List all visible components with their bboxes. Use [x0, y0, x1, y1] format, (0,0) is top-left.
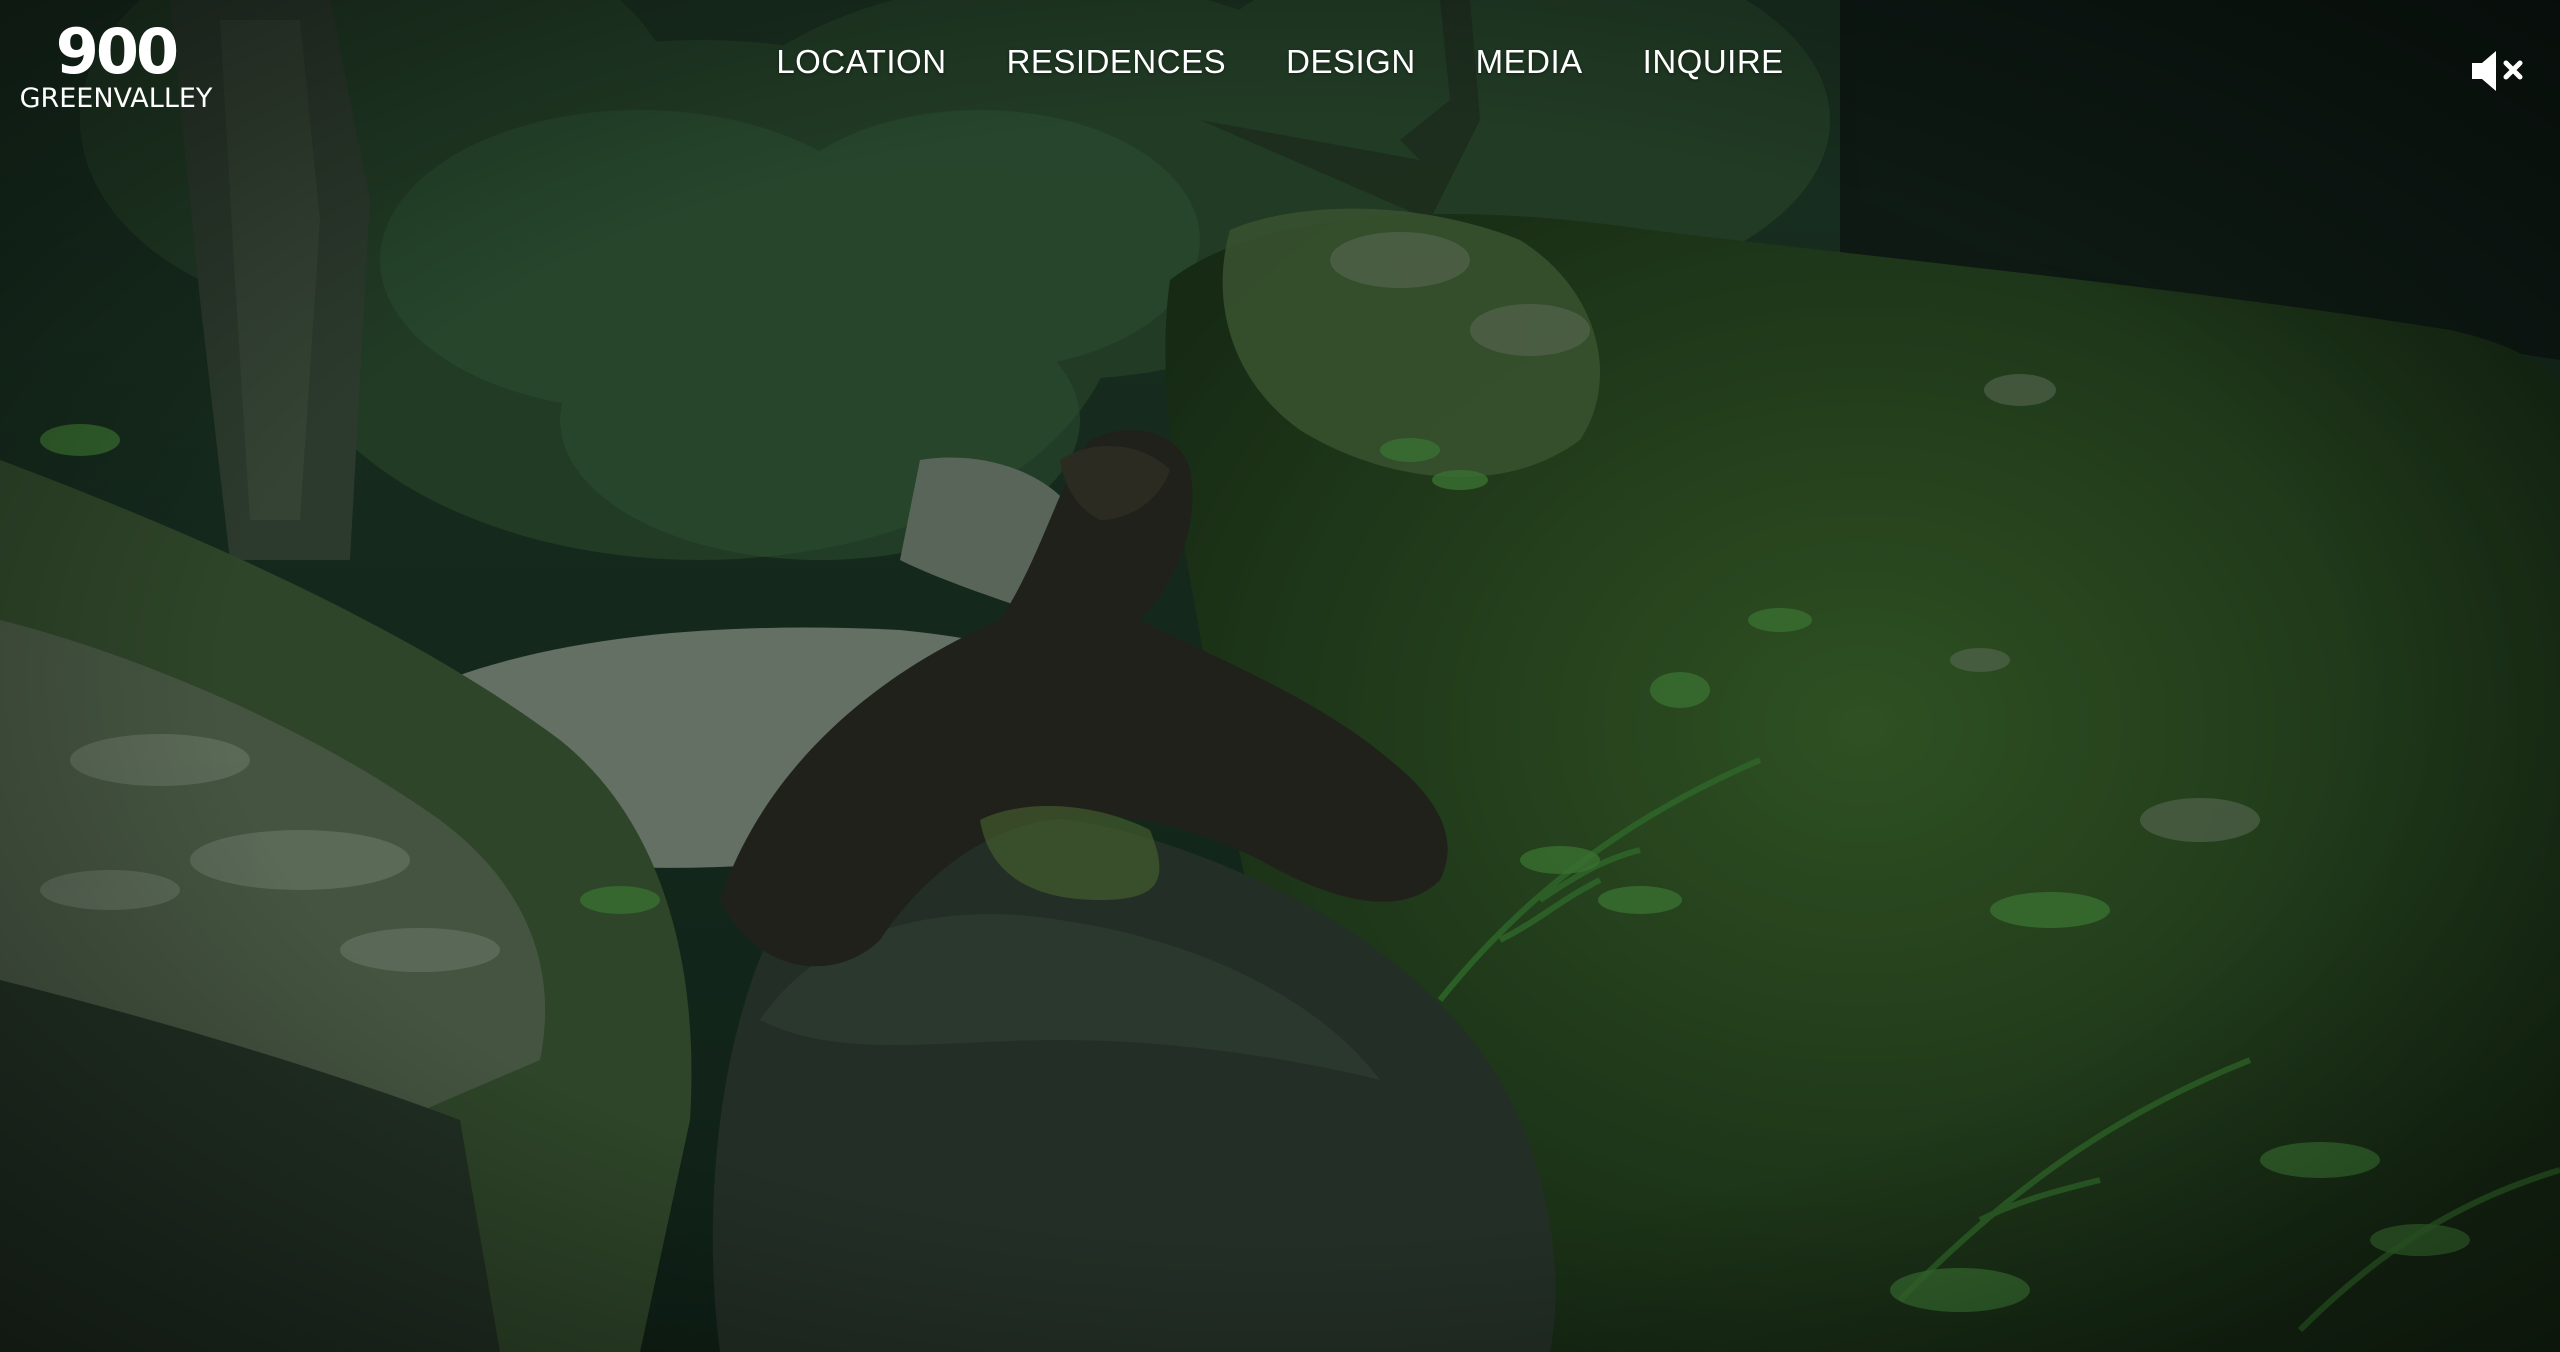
logo-wordmark: GREENVALLEY: [19, 83, 213, 114]
nav-item-media[interactable]: MEDIA: [1476, 36, 1583, 88]
nav-item-residences[interactable]: RESIDENCES: [1007, 36, 1227, 88]
nav-item-inquire[interactable]: INQUIRE: [1643, 36, 1784, 88]
site-logo[interactable]: 900 GREENVALLEY: [18, 20, 214, 116]
mute-toggle-button[interactable]: [2470, 48, 2530, 94]
forest-scene-image: [0, 0, 2560, 1352]
hero-video-background: 900 GREENVALLEY LOCATION RESIDENCES DESI…: [0, 0, 2560, 1352]
logo-number: 900: [55, 15, 179, 88]
speaker-muted-icon: [2472, 51, 2523, 91]
nav-item-design[interactable]: DESIGN: [1286, 36, 1416, 88]
nav-list: LOCATION RESIDENCES DESIGN MEDIA INQUIRE: [776, 36, 1783, 88]
nav-item-location[interactable]: LOCATION: [776, 36, 946, 88]
